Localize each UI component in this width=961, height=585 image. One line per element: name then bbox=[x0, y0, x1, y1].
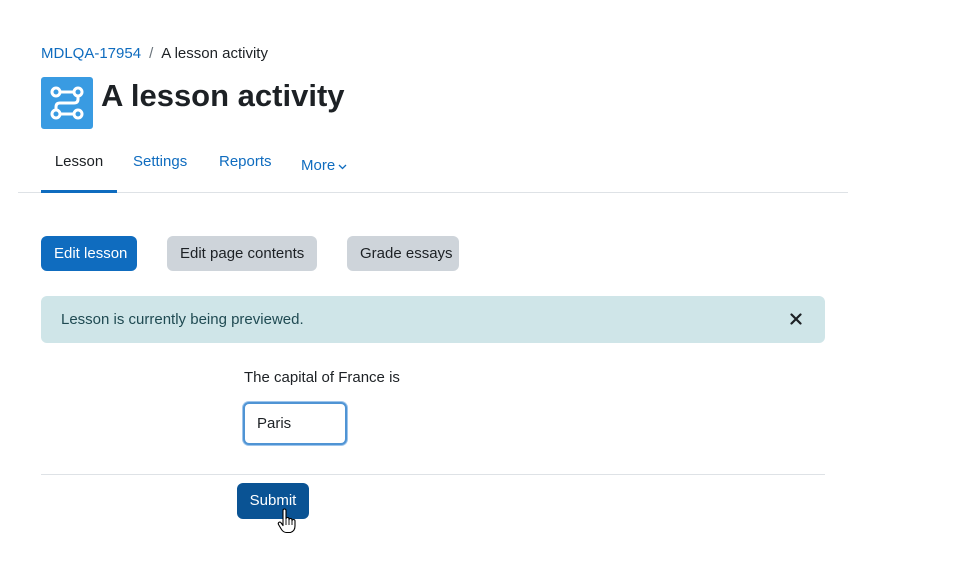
secondary-navigation: Lesson Settings Reports More bbox=[18, 142, 848, 193]
tab-settings[interactable]: Settings bbox=[133, 142, 187, 190]
grade-essays-button[interactable]: Grade essays bbox=[347, 236, 459, 271]
tab-reports[interactable]: Reports bbox=[219, 142, 272, 190]
question-text: The capital of France is bbox=[244, 369, 400, 386]
lesson-page: MDLQA-17954 / A lesson activity A lesson… bbox=[0, 0, 961, 585]
tab-more-label: More bbox=[301, 157, 336, 174]
answer-input[interactable] bbox=[243, 402, 347, 445]
page-title: A lesson activity bbox=[101, 78, 345, 113]
breadcrumb-current: A lesson activity bbox=[161, 45, 268, 62]
breadcrumb: MDLQA-17954 / A lesson activity bbox=[41, 45, 268, 63]
preview-alert: Lesson is currently being previewed. bbox=[41, 296, 825, 343]
tab-lesson[interactable]: Lesson bbox=[41, 142, 117, 193]
lesson-icon bbox=[41, 77, 93, 129]
edit-page-contents-button[interactable]: Edit page contents bbox=[167, 236, 317, 271]
submit-button[interactable]: Submit bbox=[237, 483, 309, 519]
breadcrumb-separator: / bbox=[149, 45, 154, 62]
divider bbox=[41, 474, 825, 475]
breadcrumb-course-link[interactable]: MDLQA-17954 bbox=[41, 45, 141, 63]
close-icon[interactable] bbox=[787, 309, 805, 329]
edit-lesson-button[interactable]: Edit lesson bbox=[41, 236, 137, 271]
alert-message: Lesson is currently being previewed. bbox=[61, 311, 304, 328]
chevron-down-icon bbox=[338, 164, 347, 169]
tab-more[interactable]: More bbox=[301, 142, 347, 190]
